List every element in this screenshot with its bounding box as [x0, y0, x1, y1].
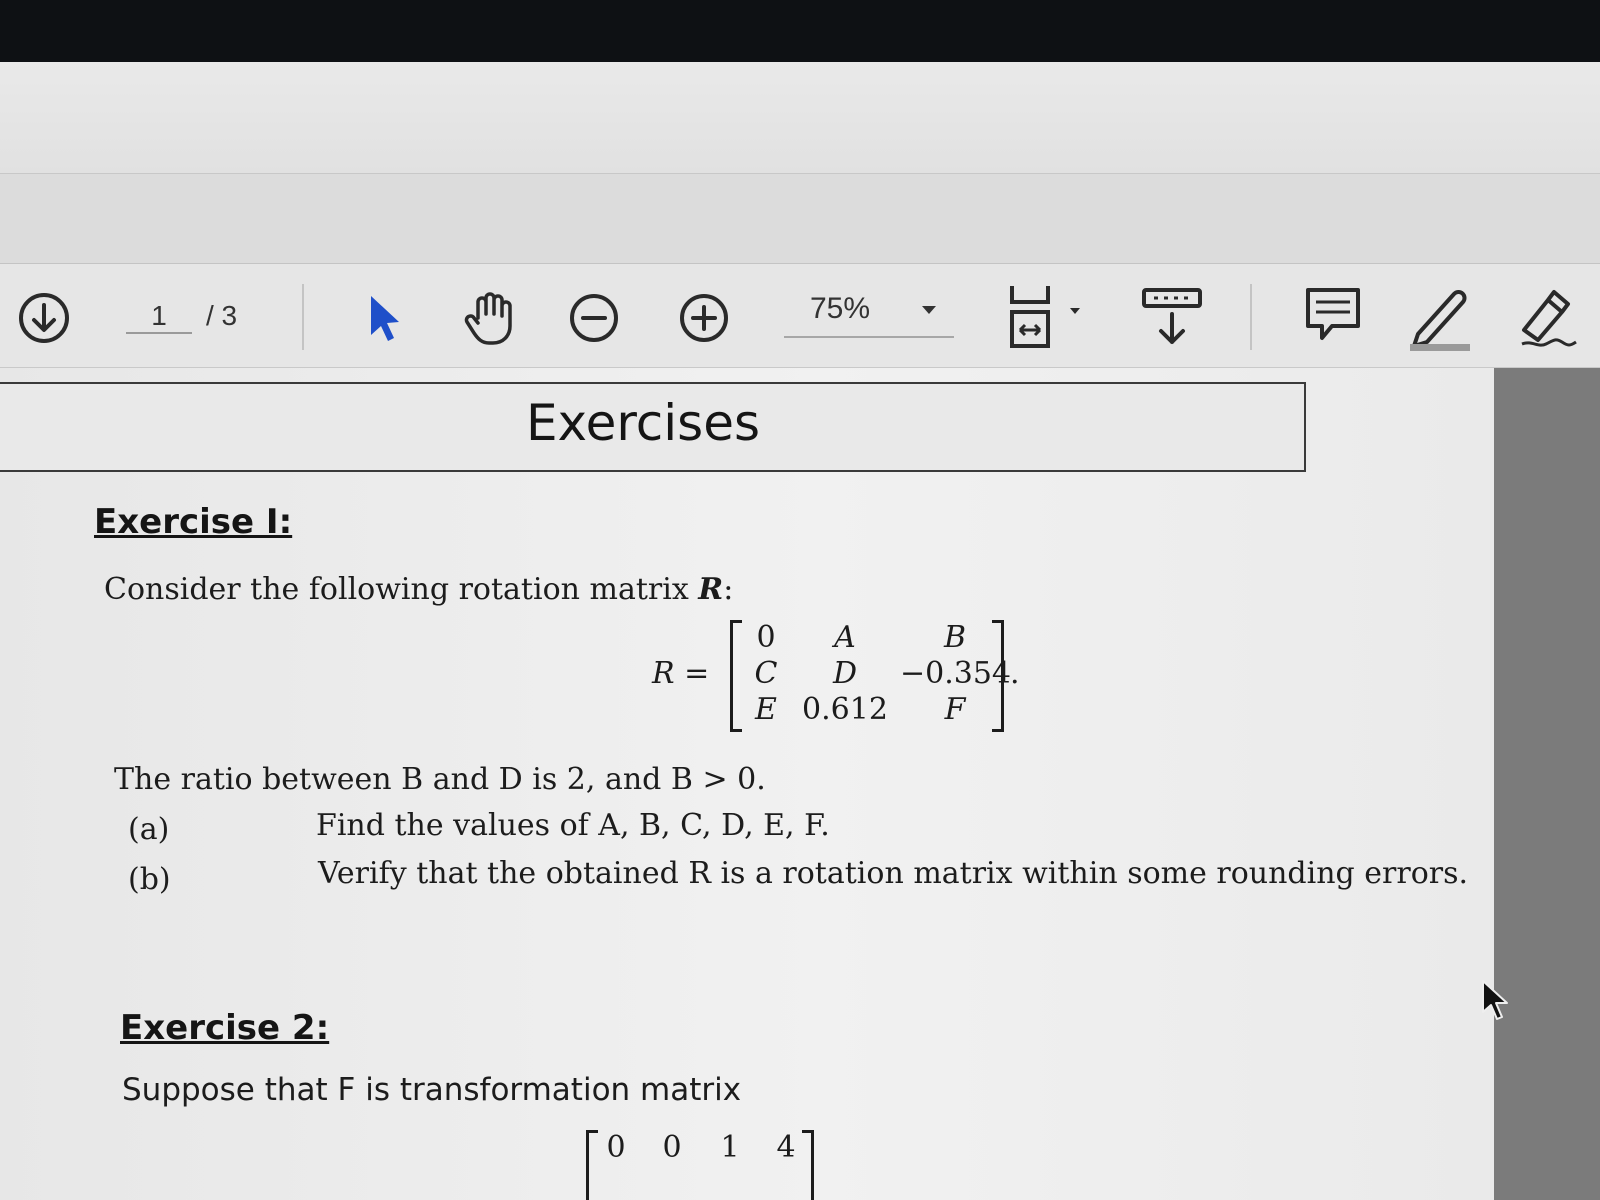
rotation-matrix: R = 0 A B C D −0.354 E 0.612 F .	[650, 616, 1030, 740]
matrix-cell: D	[832, 656, 858, 691]
sign-icon[interactable]	[1514, 280, 1590, 354]
exercise2-heading: Exercise 2:	[120, 1008, 330, 1048]
matrix-bracket-right	[802, 1130, 814, 1200]
pdf-toolbar: 1 / 3 75%	[0, 264, 1600, 368]
exercise1-heading: Exercise I:	[94, 502, 293, 542]
fit-page-icon[interactable]	[1006, 280, 1086, 352]
mouse-cursor-icon	[1480, 978, 1514, 1026]
exercise1-intro: Consider the following rotation matrix R…	[104, 572, 733, 607]
matrix-bracket-right	[992, 620, 1004, 732]
chevron-down-icon	[922, 306, 936, 314]
page-number-input[interactable]: 1	[126, 300, 192, 334]
pdf-page: Exercises Exercise I: Consider the follo…	[0, 368, 1494, 1200]
matrix-cell: E	[755, 692, 777, 727]
part-a-text: Find the values of A, B, C, D, E, F.	[316, 808, 830, 843]
matrix-cell: 1	[720, 1130, 740, 1165]
zoom-value: 75%	[810, 292, 871, 325]
exercise2-text: Suppose that F is transformation matrix	[122, 1072, 742, 1108]
zoom-in-icon[interactable]	[676, 290, 732, 346]
zoom-select[interactable]: 75%	[784, 284, 954, 338]
part-b-text: Verify that the obtained R is a rotation…	[318, 856, 1469, 891]
ratio-text: The ratio between B and D is 2, and B > …	[114, 762, 766, 797]
intro-var: R	[698, 572, 724, 607]
part-a-label: (a)	[128, 812, 170, 847]
download-icon[interactable]	[16, 290, 72, 346]
matrix-bracket-left	[730, 620, 742, 732]
scroll-mode-icon[interactable]	[1140, 284, 1204, 352]
matrix-cell: 0.612	[802, 692, 888, 727]
transformation-matrix: 0 0 1 4	[586, 1126, 826, 1200]
scrollbar-track[interactable]	[1494, 368, 1600, 1200]
matrix-cell: A	[834, 620, 856, 655]
intro-end: :	[723, 572, 734, 607]
matrix-cell: 0	[606, 1130, 626, 1165]
matrix-cell: 4	[776, 1130, 796, 1165]
matrix-label: R =	[652, 656, 710, 691]
matrix-cell: 0	[756, 620, 776, 655]
comment-icon[interactable]	[1302, 282, 1364, 352]
highlight-pen-icon[interactable]	[1404, 280, 1478, 354]
hand-tool-icon[interactable]	[458, 286, 522, 350]
page-title: Exercises	[525, 394, 761, 452]
matrix-cell: 0	[662, 1130, 682, 1165]
select-arrow-icon[interactable]	[360, 288, 410, 348]
page-total: / 3	[206, 300, 238, 331]
toolbar-divider	[302, 284, 304, 350]
browser-chrome-mid	[0, 174, 1600, 264]
matrix-cell: C	[754, 656, 778, 691]
intro-text: Consider the following rotation matrix	[104, 572, 699, 607]
screen-bezel	[0, 0, 1600, 64]
title-frame: Exercises	[0, 382, 1306, 472]
matrix-end: .	[1010, 656, 1020, 691]
toolbar-divider	[1250, 284, 1252, 350]
part-b-label: (b)	[128, 862, 171, 897]
zoom-out-icon[interactable]	[566, 290, 622, 346]
browser-chrome-top	[0, 62, 1600, 174]
